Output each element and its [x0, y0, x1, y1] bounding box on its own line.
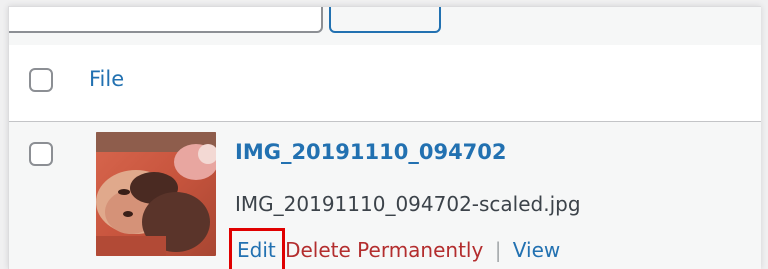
highlight-annotation-box [229, 228, 285, 269]
action-separator: | [494, 238, 502, 262]
column-header-file[interactable]: File [89, 65, 124, 93]
search-input[interactable] [9, 7, 323, 33]
table-row: IMG_20191110_094702 IMG_20191110_094702-… [9, 122, 761, 269]
media-thumbnail[interactable] [96, 132, 216, 256]
search-button[interactable] [329, 7, 441, 33]
table-header-row: File [9, 45, 761, 122]
row-actions: Edit Delete Permanently | View [229, 228, 560, 269]
media-title-link[interactable]: IMG_20191110_094702 [235, 137, 507, 167]
media-list-panel: File IMG_20191110_094702 IMG_20191110_09… [8, 6, 761, 269]
view-link[interactable]: View [513, 238, 560, 262]
row-select-checkbox[interactable] [29, 142, 53, 166]
edit-link-wrapper: Edit [229, 228, 285, 269]
thumbnail-image [96, 132, 216, 256]
media-filename: IMG_20191110_094702-scaled.jpg [235, 192, 581, 216]
select-all-checkbox[interactable] [29, 68, 53, 92]
search-toolbar [9, 7, 761, 46]
delete-permanently-link[interactable]: Delete Permanently [285, 238, 483, 262]
